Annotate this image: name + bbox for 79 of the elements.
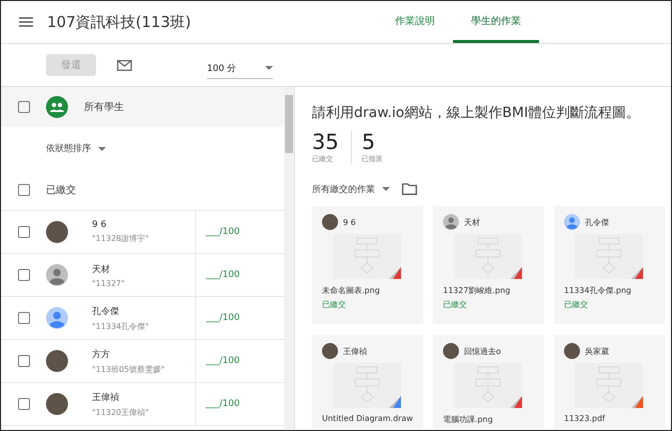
submission-card[interactable]: 天材 11327劉峻維.png 已繳交 [433, 206, 544, 324]
status-label: 已繳交 [564, 299, 589, 310]
checkbox[interactable] [18, 101, 30, 113]
flowchart-thumbnail [575, 363, 643, 408]
stat-count: 5 [362, 130, 376, 154]
class-title: 107資訊科技(113班) [47, 12, 192, 32]
submission-card[interactable]: 回憶過去o 電腦功課.png [433, 335, 544, 429]
submission-card[interactable]: 王偉禎 Untitled Diagram.draw [312, 335, 423, 429]
file-name[interactable]: 11334孔令傑.png [564, 285, 655, 296]
checkbox[interactable] [18, 312, 30, 324]
student-name: 孔令傑 [585, 216, 609, 228]
student-name: 9 6 [343, 218, 356, 226]
submission-card[interactable]: 9 6 未命名圖表.png 已繳交 [312, 206, 423, 324]
scrollbar[interactable] [284, 87, 294, 429]
submission-card[interactable]: 孔令傑 11334孔令傑.png 已繳交 [554, 206, 665, 324]
stat-count: 35 [312, 130, 339, 154]
grade-field[interactable]: ___/100 [206, 227, 240, 237]
menu-icon[interactable] [19, 17, 33, 27]
grade-field[interactable]: ___/100 [206, 356, 240, 366]
avatar-icon [46, 264, 68, 286]
flowchart-thumbnail [454, 363, 522, 408]
file-name[interactable]: 11327劉峻維.png [443, 285, 534, 296]
dropdown-arrow-icon [265, 66, 273, 70]
student-name: 天材 [464, 216, 480, 228]
photo-placeholder [46, 221, 68, 243]
file-name[interactable]: 11323.pdf [564, 414, 655, 423]
sort-dropdown[interactable]: 依狀態排序 [46, 142, 106, 155]
grade-field[interactable]: ___/100 [206, 270, 240, 280]
photo-placeholder [564, 343, 580, 359]
student-name: 9 6 [92, 220, 108, 230]
tab[interactable]: 作業說明 [377, 1, 453, 43]
avatar-icon [443, 214, 459, 230]
photo-placeholder [322, 214, 338, 230]
submission-card[interactable]: 吳家葳 11323.pdf [554, 335, 665, 429]
checkbox[interactable] [18, 184, 30, 196]
student-note: "11327" [92, 278, 125, 288]
avatar-icon [564, 214, 580, 230]
photo-placeholder [443, 343, 459, 359]
student-name: 回憶過去o [464, 346, 501, 356]
flowchart-thumbnail [575, 234, 643, 279]
student-note: "11334孔令傑" [92, 320, 149, 332]
grade-field[interactable]: ___/100 [206, 399, 240, 409]
photo-placeholder [46, 350, 68, 372]
folder-icon[interactable] [402, 183, 417, 195]
flowchart-thumbnail [333, 363, 401, 408]
student-name: 吳家葳 [585, 346, 609, 356]
filter-dropdown[interactable]: 所有繳交的作業 [312, 182, 390, 196]
photo-placeholder [46, 393, 68, 415]
student-name: 王偉禎 [343, 346, 367, 356]
dropdown-arrow-icon [382, 187, 390, 191]
status-label: 已繳交 [322, 299, 347, 310]
status-label: 已繳交 [443, 299, 468, 310]
file-name[interactable]: Untitled Diagram.draw [322, 414, 413, 423]
group-icon [46, 96, 68, 118]
student-name: 孔令傑 [92, 306, 120, 318]
checkbox[interactable] [18, 398, 30, 410]
mail-icon[interactable] [117, 60, 132, 70]
group-label: 已繳交 [46, 184, 76, 197]
checkbox[interactable] [18, 226, 30, 238]
checkbox[interactable] [18, 355, 30, 367]
checkbox[interactable] [18, 269, 30, 281]
file-name[interactable]: 未命名圖表.png [322, 285, 413, 296]
dropdown-arrow-icon [98, 146, 106, 150]
points-dropdown[interactable]: 100 分 [207, 58, 273, 78]
flowchart-thumbnail [454, 234, 522, 279]
file-name[interactable]: 電腦功課.png [443, 414, 534, 425]
tab[interactable]: 學生的作業 [453, 1, 539, 43]
student-note: "11328謝博宇" [92, 233, 149, 244]
assignment-title: 請利用draw.io網站，線上製作BMI體位判斷流程圖。 [312, 104, 642, 122]
avatar-icon [46, 307, 68, 329]
student-name: 王偉禎 [92, 392, 120, 404]
all-students-label: 所有學生 [84, 100, 124, 114]
student-note: "11320王偉禎" [92, 406, 149, 418]
flowchart-thumbnail [333, 234, 401, 279]
grade-field[interactable]: ___/100 [206, 313, 240, 323]
student-name: 天材 [92, 264, 111, 276]
student-name: 方方 [92, 348, 111, 360]
student-note: "113班05號蔡雯媛" [92, 364, 165, 374]
photo-placeholder [322, 343, 338, 359]
